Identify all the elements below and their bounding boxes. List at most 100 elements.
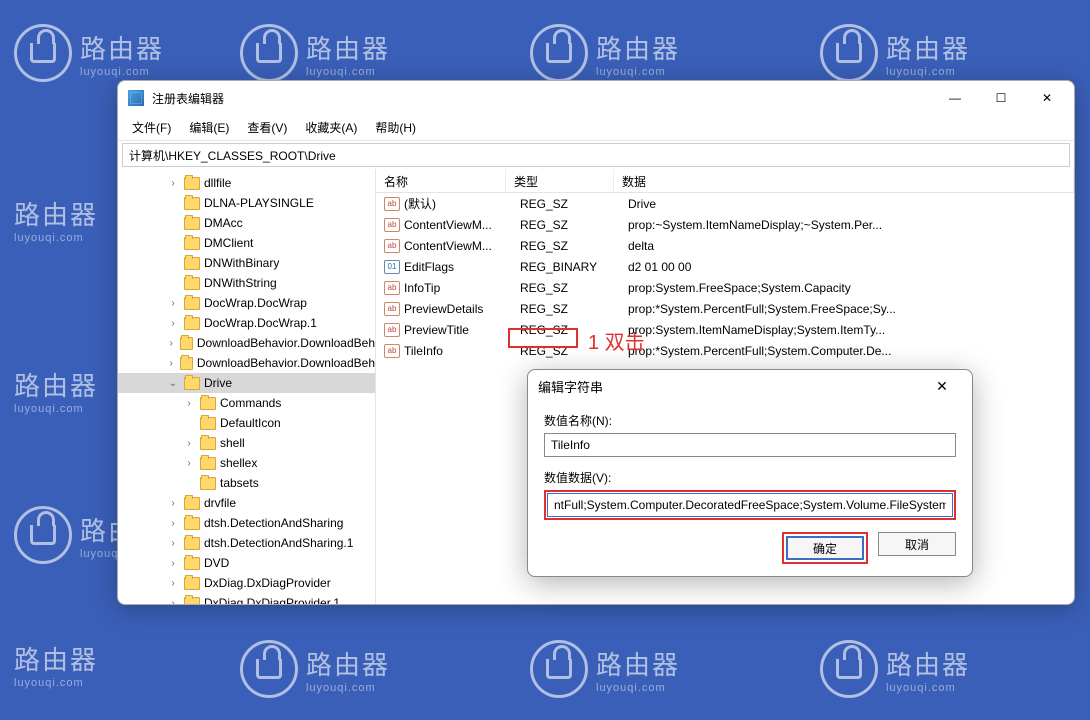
value-data: prop:*System.PercentFull;System.Computer… bbox=[620, 344, 1074, 358]
tree-label: tabsets bbox=[220, 476, 259, 490]
menu-help[interactable]: 帮助(H) bbox=[367, 116, 424, 139]
menu-edit[interactable]: 编辑(E) bbox=[181, 116, 237, 139]
chevron-icon[interactable]: › bbox=[182, 398, 196, 409]
value-type: REG_SZ bbox=[512, 323, 620, 337]
value-row[interactable]: ab(默认)REG_SZDrive bbox=[376, 193, 1074, 214]
chevron-icon[interactable]: › bbox=[166, 598, 180, 605]
chevron-icon[interactable]: › bbox=[182, 438, 196, 449]
tree-node[interactable]: › DocWrap.DocWrap.1 bbox=[118, 313, 375, 333]
tree-node[interactable]: ›DVD bbox=[118, 553, 375, 573]
list-header[interactable]: 名称 类型 数据 bbox=[376, 169, 1074, 193]
value-row[interactable]: abInfoTipREG_SZprop:System.FreeSpace;Sys… bbox=[376, 277, 1074, 298]
chevron-icon[interactable]: › bbox=[166, 558, 180, 569]
value-row[interactable]: abPreviewDetailsREG_SZprop:*System.Perce… bbox=[376, 298, 1074, 319]
chevron-icon[interactable]: › bbox=[166, 518, 180, 529]
tree-label: DocWrap.DocWrap bbox=[204, 296, 307, 310]
tree-node[interactable]: ›dtsh.DetectionAndSharing bbox=[118, 513, 375, 533]
chevron-icon[interactable]: › bbox=[182, 458, 196, 469]
folder-icon bbox=[184, 517, 200, 530]
folder-icon bbox=[184, 297, 200, 310]
tree-node[interactable]: ›Commands bbox=[118, 393, 375, 413]
minimize-button[interactable]: — bbox=[932, 83, 978, 113]
folder-icon bbox=[180, 337, 192, 350]
folder-icon bbox=[184, 377, 200, 390]
value-type: REG_SZ bbox=[512, 197, 620, 211]
col-data[interactable]: 数据 bbox=[614, 169, 1074, 192]
tree-node[interactable]: ›dllfile bbox=[118, 173, 375, 193]
tree-node[interactable]: DNWithString bbox=[118, 273, 375, 293]
col-name[interactable]: 名称 bbox=[376, 169, 506, 192]
tree-label: DLNA-PLAYSINGLE bbox=[204, 196, 314, 210]
tree-label: DownloadBehavior.DownloadBeh bbox=[197, 336, 375, 350]
value-name: TileInfo bbox=[404, 344, 512, 358]
value-name: EditFlags bbox=[404, 260, 512, 274]
col-type[interactable]: 类型 bbox=[506, 169, 614, 192]
tree-node[interactable]: › DownloadBehavior.DownloadBeh bbox=[118, 333, 375, 353]
folder-icon bbox=[184, 177, 200, 190]
tree-node[interactable]: tabsets bbox=[118, 473, 375, 493]
tree-node[interactable]: DefaultIcon bbox=[118, 413, 375, 433]
value-icon: ab bbox=[384, 281, 400, 295]
titlebar[interactable]: 注册表编辑器 — ☐ ✕ bbox=[118, 81, 1074, 115]
chevron-icon[interactable]: › bbox=[166, 538, 180, 549]
annotation-box-3: 确定 bbox=[782, 532, 868, 564]
folder-icon bbox=[184, 497, 200, 510]
tree-node[interactable]: DMAcc bbox=[118, 213, 375, 233]
chevron-icon[interactable]: › bbox=[166, 178, 180, 189]
tree-node[interactable]: ›drvfile bbox=[118, 493, 375, 513]
chevron-icon[interactable]: › bbox=[166, 578, 180, 589]
address-bar[interactable]: 计算机\HKEY_CLASSES_ROOT\Drive bbox=[122, 143, 1070, 167]
chevron-icon[interactable]: › bbox=[166, 358, 176, 369]
tree-node[interactable]: DNWithBinary bbox=[118, 253, 375, 273]
menu-view[interactable]: 查看(V) bbox=[239, 116, 295, 139]
tree-node[interactable]: DMClient bbox=[118, 233, 375, 253]
tree-label: DMClient bbox=[204, 236, 253, 250]
chevron-icon[interactable]: › bbox=[166, 318, 180, 329]
value-row[interactable]: abPreviewTitleREG_SZprop:System.ItemName… bbox=[376, 319, 1074, 340]
data-input[interactable] bbox=[547, 493, 953, 517]
tree-node[interactable]: ›DxDiag.DxDiagProvider bbox=[118, 573, 375, 593]
tree-label: DocWrap.DocWrap.1 bbox=[204, 316, 317, 330]
tree-node[interactable]: ›shellex bbox=[118, 453, 375, 473]
ok-button[interactable]: 确定 bbox=[786, 536, 864, 560]
chevron-icon[interactable]: › bbox=[166, 298, 180, 309]
menu-fav[interactable]: 收藏夹(A) bbox=[297, 116, 365, 139]
value-row[interactable]: abContentViewM...REG_SZprop:~System.Item… bbox=[376, 214, 1074, 235]
key-tree[interactable]: ›dllfile DLNA-PLAYSINGLE DMAcc DMClient DNWi… bbox=[118, 169, 376, 604]
app-icon bbox=[128, 90, 144, 106]
chevron-icon[interactable]: › bbox=[166, 338, 176, 349]
tree-node[interactable]: ›DxDiag.DxDiagProvider.1 bbox=[118, 593, 375, 604]
tree-node[interactable]: › DocWrap.DocWrap bbox=[118, 293, 375, 313]
folder-icon bbox=[184, 217, 200, 230]
dialog-title: 编辑字符串 bbox=[538, 377, 922, 396]
value-data: Drive bbox=[620, 197, 1074, 211]
value-type: REG_BINARY bbox=[512, 260, 620, 274]
folder-icon bbox=[184, 577, 200, 590]
tree-label: DMAcc bbox=[204, 216, 243, 230]
folder-icon bbox=[180, 357, 192, 370]
value-type: REG_SZ bbox=[512, 281, 620, 295]
tree-node[interactable]: DLNA-PLAYSINGLE bbox=[118, 193, 375, 213]
chevron-icon[interactable]: › bbox=[166, 498, 180, 509]
dialog-close-icon[interactable]: ✕ bbox=[922, 378, 962, 395]
name-input[interactable] bbox=[544, 433, 956, 457]
value-row[interactable]: abTileInfoREG_SZprop:*System.PercentFull… bbox=[376, 340, 1074, 361]
value-row[interactable]: 01EditFlagsREG_BINARYd2 01 00 00 bbox=[376, 256, 1074, 277]
menu-file[interactable]: 文件(F) bbox=[124, 116, 179, 139]
tree-node[interactable]: › DownloadBehavior.DownloadBeh bbox=[118, 353, 375, 373]
value-type: REG_SZ bbox=[512, 302, 620, 316]
tree-node[interactable]: ⌄Drive bbox=[118, 373, 375, 393]
maximize-button[interactable]: ☐ bbox=[978, 83, 1024, 113]
cancel-button[interactable]: 取消 bbox=[878, 532, 956, 556]
value-icon: ab bbox=[384, 239, 400, 253]
tree-node[interactable]: ›dtsh.DetectionAndSharing.1 bbox=[118, 533, 375, 553]
dialog-titlebar[interactable]: 编辑字符串 ✕ bbox=[528, 370, 972, 402]
value-row[interactable]: abContentViewM...REG_SZdelta bbox=[376, 235, 1074, 256]
tree-node[interactable]: ›shell bbox=[118, 433, 375, 453]
close-button[interactable]: ✕ bbox=[1024, 83, 1070, 113]
value-icon: ab bbox=[384, 302, 400, 316]
tree-label: DownloadBehavior.DownloadBeh bbox=[197, 356, 375, 370]
value-type: REG_SZ bbox=[512, 218, 620, 232]
chevron-icon[interactable]: ⌄ bbox=[166, 378, 180, 389]
value-type: REG_SZ bbox=[512, 344, 620, 358]
